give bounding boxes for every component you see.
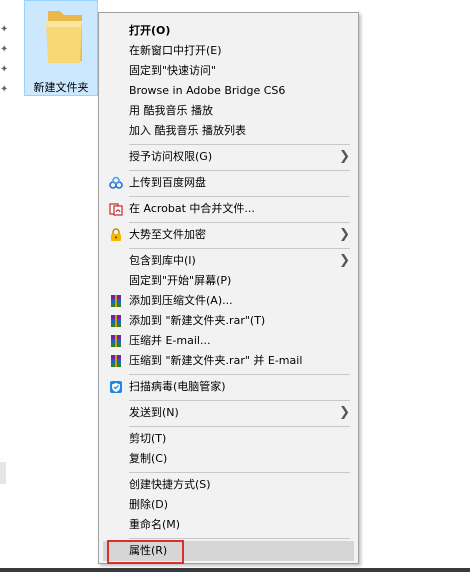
pin-icon: ✦ [0,84,9,95]
menu-item-scan-virus[interactable]: 扫描病毒(电脑管家) [103,377,354,397]
submenu-arrow-icon: ❯ [339,405,350,420]
menu-item-compress-email[interactable]: 压缩并 E-mail... [103,331,354,351]
menu-item-pin-start[interactable]: 固定到"开始"屏幕(P) [103,271,354,291]
menu-label: 授予访问权限(G) [129,150,213,163]
pin-icon: ✦ [0,64,9,75]
menu-label: 扫描病毒(电脑管家) [129,380,226,393]
menu-item-create-shortcut[interactable]: 创建快捷方式(S) [103,475,354,495]
folder-new[interactable]: 新建文件夹 [24,0,98,96]
winrar-icon [111,355,121,367]
menu-label: 打开(O) [129,24,171,37]
menu-label: 压缩并 E-mail... [129,334,211,347]
highlight-annotation [107,540,184,564]
menu-label: 固定到"快速访问" [129,64,217,77]
menu-label: 固定到"开始"屏幕(P) [129,274,232,287]
menu-separator [129,222,350,223]
menu-item-open-new-window[interactable]: 在新窗口中打开(E) [103,41,354,61]
menu-label: 大势至文件加密 [129,228,206,241]
context-menu: 打开(O) 在新窗口中打开(E) 固定到"快速访问" Browse in Ado… [98,12,359,564]
menu-label: 包含到库中(I) [129,254,196,267]
menu-separator [129,374,350,375]
menu-label: 添加到压缩文件(A)... [129,294,233,307]
menu-label: 上传到百度网盘 [129,176,206,189]
submenu-arrow-icon: ❯ [339,253,350,268]
menu-item-rename[interactable]: 重命名(M) [103,515,354,535]
menu-label: 在 Acrobat 中合并文件... [129,202,255,215]
pin-icon: ✦ [0,44,9,55]
submenu-arrow-icon: ❯ [339,149,350,164]
menu-item-open[interactable]: 打开(O) [103,21,354,41]
pin-icon: ✦ [0,24,9,35]
menu-item-add-archive[interactable]: 添加到压缩文件(A)... [103,291,354,311]
menu-label: 创建快捷方式(S) [129,478,211,491]
menu-item-copy[interactable]: 复制(C) [103,449,354,469]
menu-separator [129,144,350,145]
menu-label: 压缩到 "新建文件夹.rar" 并 E-mail [129,354,303,367]
menu-item-dashi-encrypt[interactable]: 大势至文件加密 ❯ [103,225,354,245]
menu-separator [129,400,350,401]
menu-item-grant-access[interactable]: 授予访问权限(G) ❯ [103,147,354,167]
submenu-arrow-icon: ❯ [339,227,350,242]
menu-item-delete[interactable]: 删除(D) [103,495,354,515]
menu-item-compress-rar-email[interactable]: 压缩到 "新建文件夹.rar" 并 E-mail [103,351,354,371]
acrobat-icon [109,203,123,216]
menu-separator [129,426,350,427]
menu-label: 加入 酷我音乐 播放列表 [129,124,246,137]
menu-item-include-library[interactable]: 包含到库中(I) ❯ [103,251,354,271]
menu-item-cut[interactable]: 剪切(T) [103,429,354,449]
folder-icon [46,11,82,63]
menu-item-add-playlist[interactable]: 加入 酷我音乐 播放列表 [103,121,354,141]
menu-item-play-kugou[interactable]: 用 酷我音乐 播放 [103,101,354,121]
menu-label: 添加到 "新建文件夹.rar"(T) [129,314,266,327]
menu-label: 剪切(T) [129,432,167,445]
menu-separator [129,196,350,197]
menu-label: 复制(C) [129,452,168,465]
menu-separator [129,472,350,473]
winrar-icon [111,335,121,347]
winrar-icon [111,315,121,327]
menu-item-acrobat-merge[interactable]: 在 Acrobat 中合并文件... [103,199,354,219]
menu-label: 用 酷我音乐 播放 [129,104,213,117]
menu-item-pin-quick-access[interactable]: 固定到"快速访问" [103,61,354,81]
menu-separator [129,170,350,171]
folder-label: 新建文件夹 [33,81,89,94]
menu-separator [129,248,350,249]
menu-item-browse-bridge[interactable]: Browse in Adobe Bridge CS6 [103,81,354,101]
menu-label: Browse in Adobe Bridge CS6 [129,84,286,97]
baidu-netdisk-icon [109,176,123,189]
menu-label: 重命名(M) [129,518,181,531]
quick-access-pins: ✦ ✦ ✦ ✦ [0,20,8,100]
menu-label: 删除(D) [129,498,169,511]
menu-label: 在新窗口中打开(E) [129,44,222,57]
taskbar-edge [0,568,470,572]
scrollbar-edge [0,462,6,484]
winrar-icon [111,295,121,307]
menu-item-add-rar[interactable]: 添加到 "新建文件夹.rar"(T) [103,311,354,331]
lock-icon [111,228,121,241]
menu-separator [129,538,350,539]
shield-icon [110,381,122,393]
menu-label: 发送到(N) [129,406,179,419]
menu-item-send-to[interactable]: 发送到(N) ❯ [103,403,354,423]
menu-item-upload-baidu[interactable]: 上传到百度网盘 [103,173,354,193]
